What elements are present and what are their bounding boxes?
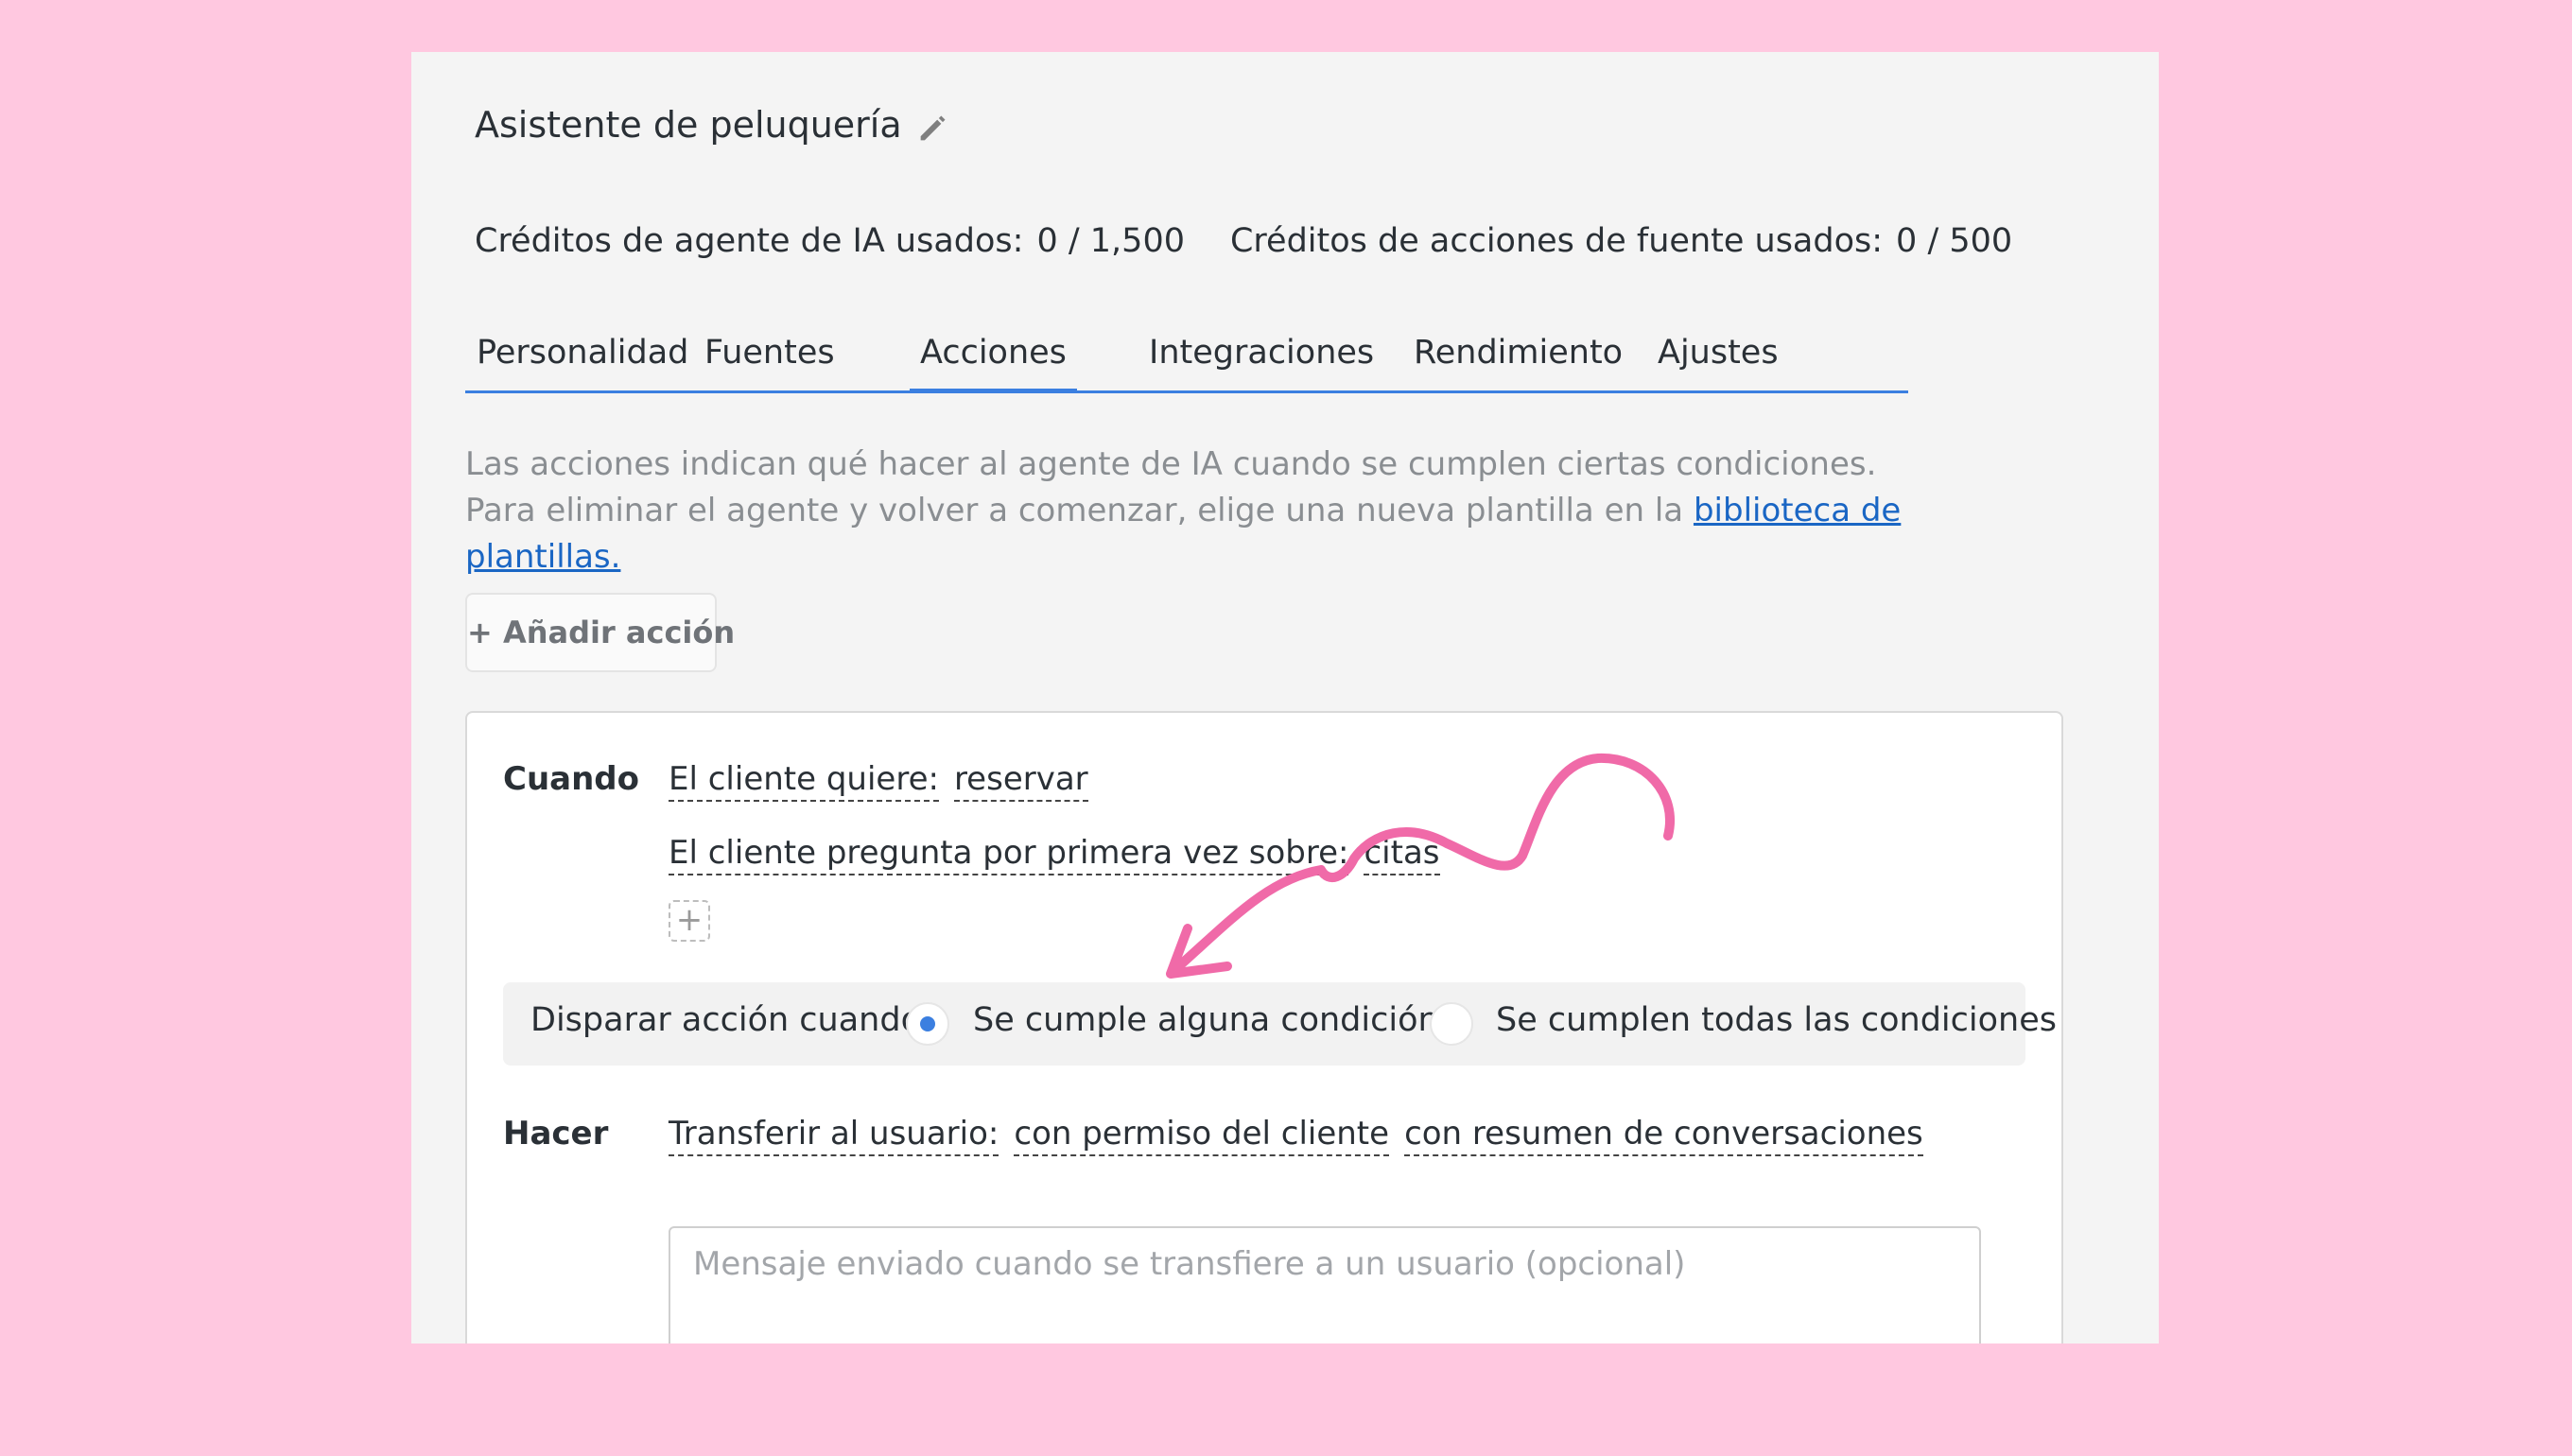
- transfer-action[interactable]: Transferir al usuario:: [669, 1115, 999, 1156]
- tab-personalidad[interactable]: Personalidad: [477, 326, 688, 388]
- do-row: Transferir al usuario: con permiso del cl…: [669, 1115, 1923, 1156]
- when-label: Cuando: [503, 760, 640, 798]
- condition-field[interactable]: El cliente pregunta por primera vez sobr…: [669, 834, 1349, 875]
- trigger-label: Disparar acción cuando:: [530, 1001, 932, 1039]
- tab-rendimiento[interactable]: Rendimiento: [1414, 326, 1623, 388]
- any-condition-label[interactable]: Se cumple alguna condición: [973, 1001, 1439, 1039]
- tab-acciones[interactable]: Acciones: [910, 326, 1077, 393]
- trigger-selector: Disparar acción cuando: Se cumple alguna…: [503, 982, 2057, 1066]
- tab-ajustes[interactable]: Ajustes: [1658, 326, 1779, 388]
- tab-fuentes[interactable]: Fuentes: [704, 326, 835, 388]
- do-label: Hacer: [503, 1115, 609, 1153]
- radio-all-conditions[interactable]: [1430, 1002, 1473, 1046]
- credits-bar: Créditos de agente de IA usados: 0 / 1,50…: [475, 222, 2012, 260]
- all-conditions-label[interactable]: Se cumplen todas las condiciones: [1496, 1001, 2057, 1039]
- condition-field[interactable]: El cliente quiere:: [669, 760, 939, 802]
- source-credits-value: 0 / 500: [1896, 222, 2013, 260]
- description-text: Las acciones indican qué hacer al agente…: [465, 445, 1877, 529]
- summary-option[interactable]: con resumen de conversaciones: [1404, 1115, 1923, 1156]
- radio-any-condition[interactable]: [906, 1002, 949, 1046]
- add-action-button[interactable]: + Añadir acción: [465, 593, 735, 672]
- page-title: Asistente de peluquería: [475, 104, 902, 146]
- actions-description: Las acciones indican qué hacer al agente…: [465, 442, 1940, 581]
- condition-value[interactable]: citas: [1364, 834, 1440, 875]
- app-panel: Asistente de peluquería Créditos de agen…: [411, 52, 2159, 1343]
- action-card: Cuando El cliente quiere: reservar El cli…: [465, 711, 2063, 1343]
- transfer-message-input[interactable]: Mensaje enviado cuando se transfiere a u…: [669, 1226, 1981, 1343]
- condition-row: El cliente pregunta por primera vez sobr…: [669, 834, 1440, 875]
- condition-row: El cliente quiere: reservar: [669, 760, 1088, 802]
- condition-value[interactable]: reservar: [953, 760, 1088, 802]
- permission-option[interactable]: con permiso del cliente: [1014, 1115, 1390, 1156]
- add-condition-button[interactable]: +: [669, 900, 710, 942]
- tab-bar: Personalidad Fuentes Acciones Integracio…: [465, 326, 1908, 393]
- tab-integraciones[interactable]: Integraciones: [1149, 326, 1374, 388]
- source-credits-label: Créditos de acciones de fuente usados:: [1229, 222, 1884, 260]
- pencil-icon[interactable]: [914, 109, 952, 147]
- ai-credits-label: Créditos de agente de IA usados:: [475, 222, 1024, 260]
- ai-credits-value: 0 / 1,500: [1036, 222, 1185, 260]
